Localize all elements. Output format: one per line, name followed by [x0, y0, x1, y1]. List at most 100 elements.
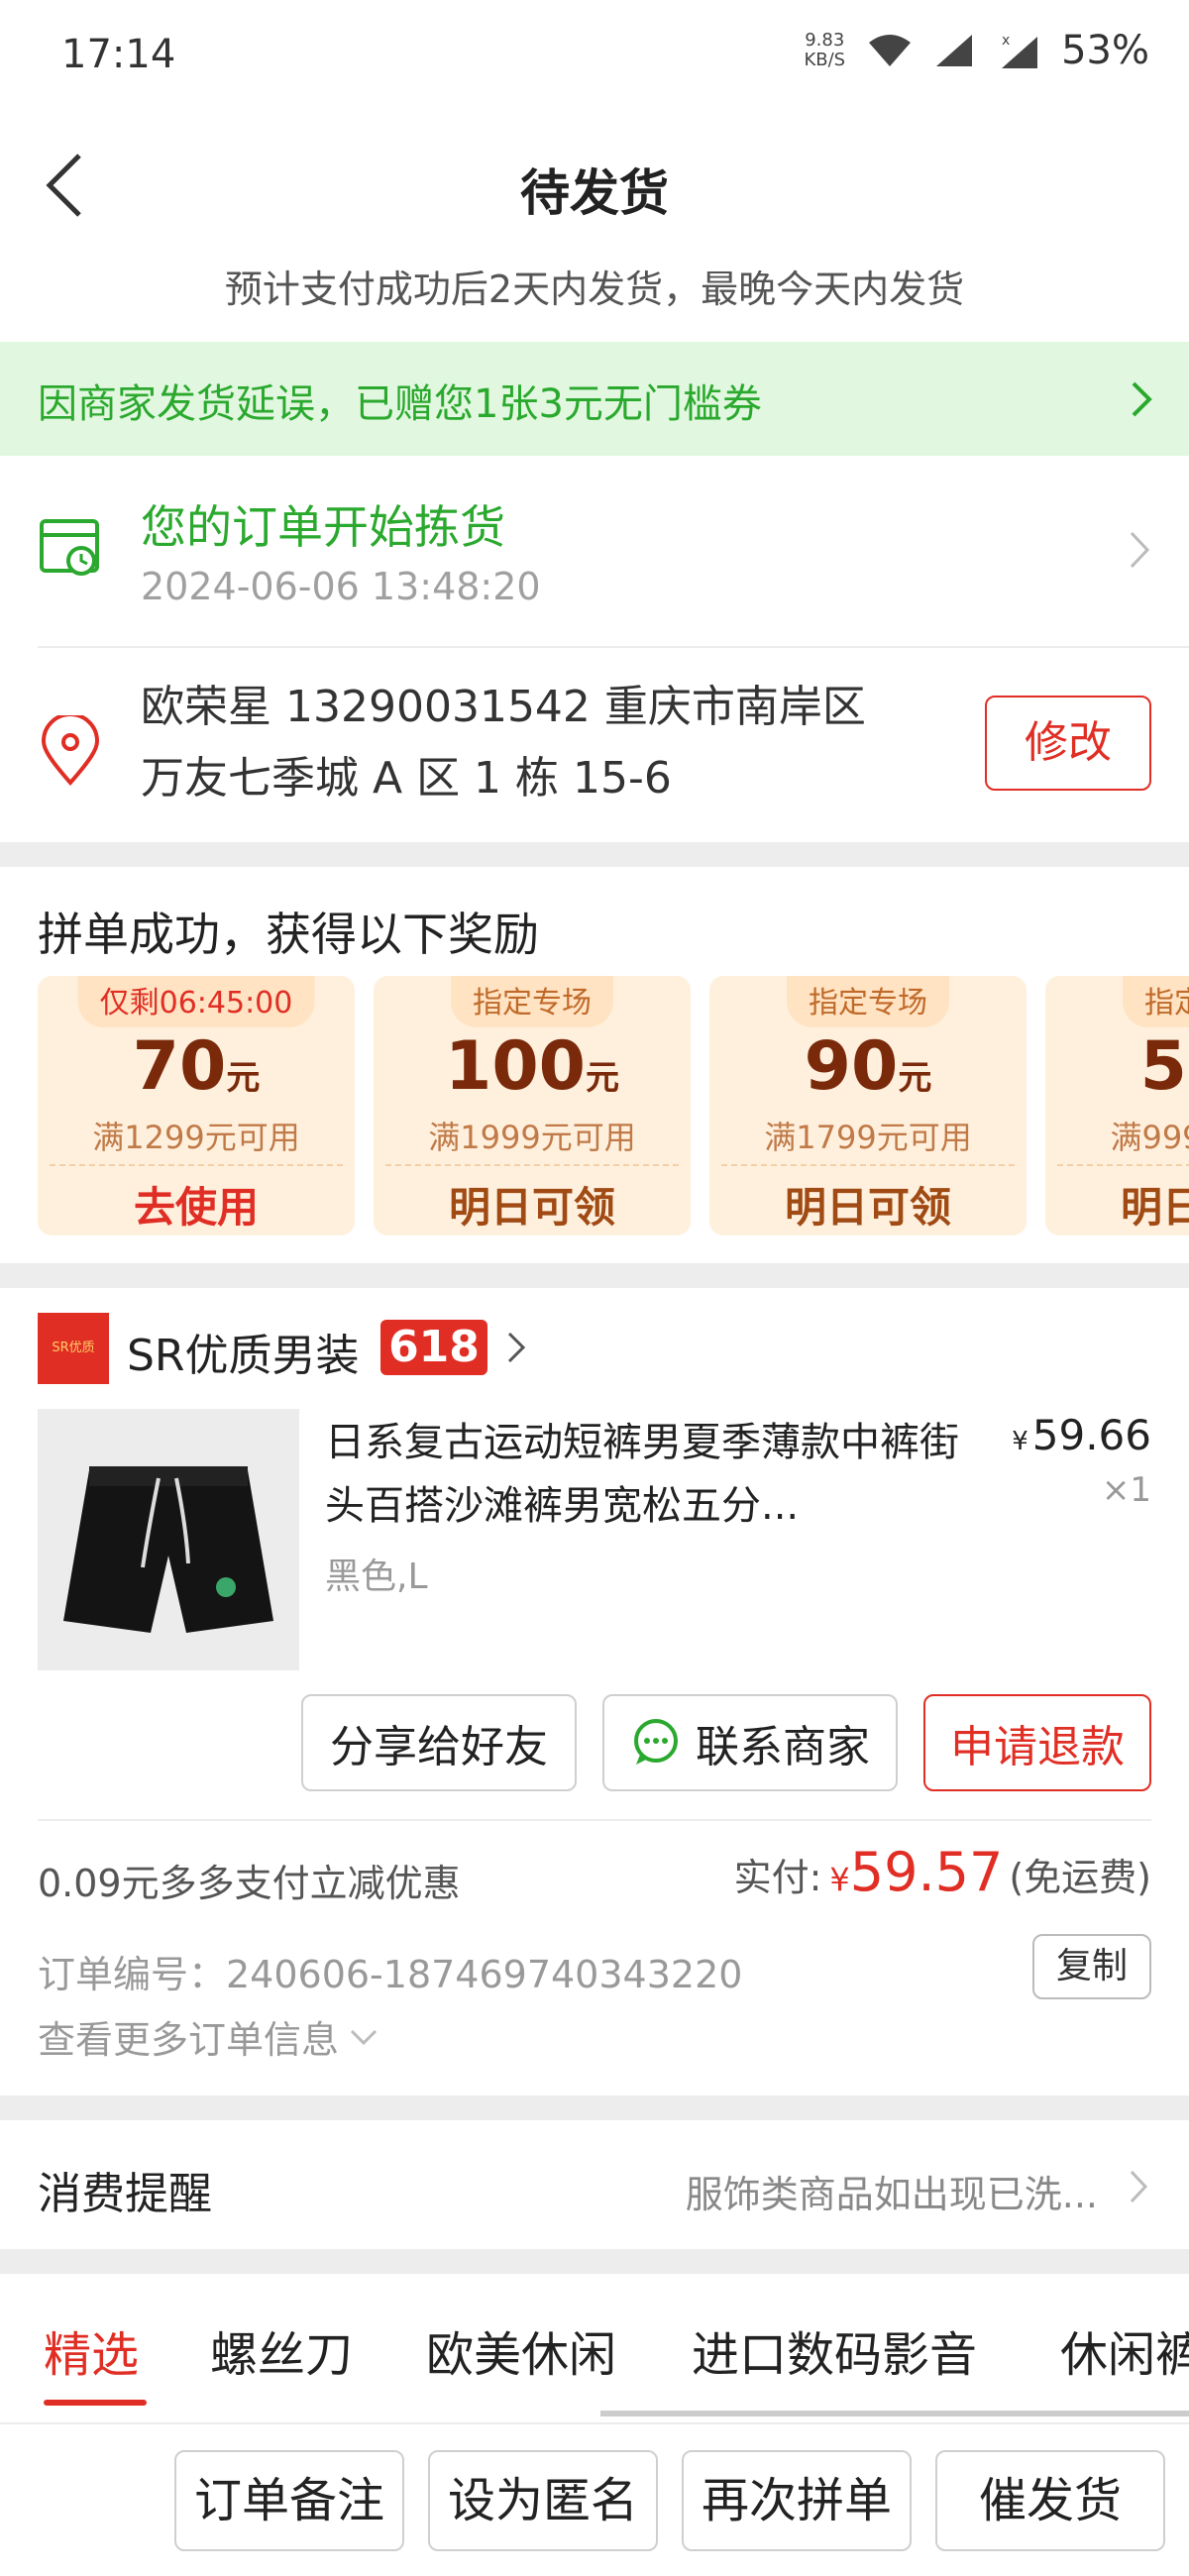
coupon-separator [1057, 1164, 1189, 1166]
product-price: ¥59.66 [1012, 1411, 1151, 1459]
currency-symbol: ¥ [1012, 1427, 1028, 1456]
paid-amount: 59.57 [849, 1841, 1004, 1903]
coupon-amount: 70元 [38, 1027, 355, 1106]
active-tab-indicator [44, 2400, 147, 2406]
consumer-reminder[interactable]: 消费提醒 服饰类商品如出现已洗... [0, 2120, 1189, 2249]
chevron-right-icon [1132, 381, 1152, 417]
share-button[interactable]: 分享给好友 [301, 1694, 577, 1791]
coupon-card[interactable]: 指定专场 100元 满1999元可用 明日可领 [374, 976, 691, 1235]
coupon-amount-value: 100 [445, 1027, 586, 1106]
recommendation-tabs: 精选 螺丝刀 欧美休闲 进口数码影音 休闲裤 [0, 2274, 1189, 2422]
divider [38, 1819, 1151, 1821]
coupon-amount-value: 90 [804, 1027, 899, 1106]
tab-featured[interactable]: 精选 [44, 2315, 139, 2385]
network-speed: 9.83 KB/S [804, 31, 845, 70]
coupon-condition: 满1999元可用 [428, 1119, 636, 1156]
promo-badge: 618 [380, 1320, 487, 1375]
address-line-2: 万友七季城 A 区 1 栋 15-6 [141, 753, 672, 804]
coupon-card[interactable]: 仅剩06:45:00 70元 满1299元可用 去使用 [38, 976, 355, 1235]
shipping-hint: 预计支付成功后2天内发货，最晚今天内发货 [0, 253, 1189, 342]
coupon-condition: 满1299元可用 [92, 1119, 300, 1156]
banner-text: 因商家发货延误，已赠您1张3元无门槛券 [38, 381, 762, 427]
signal-no-data-icon: x [1002, 33, 1038, 68]
rewards-title: 拼单成功，获得以下奖励 [38, 908, 539, 961]
shop-logo[interactable]: SR优质 [38, 1313, 109, 1384]
tab-screwdriver[interactable]: 螺丝刀 [210, 2315, 353, 2385]
more-order-info-link[interactable]: 查看更多订单信息 [38, 2009, 378, 2064]
currency-symbol: ¥ [829, 1861, 850, 1898]
chevron-right-icon[interactable] [1124, 527, 1153, 573]
edit-address-button[interactable]: 修改 [985, 696, 1151, 791]
order-status-card: 您的订单开始拣货 2024-06-06 13:48:20 欧荣星 1329003… [0, 456, 1189, 842]
coupon-tag: 仅剩06:45:00 [77, 976, 315, 1027]
coupon-amount-value: 70 [132, 1027, 227, 1106]
coupon-condition: 满1799元可用 [764, 1119, 972, 1156]
reminder-text: 服饰类商品如出现已洗... [685, 2173, 1098, 2216]
order-note-button[interactable]: 订单备注 [174, 2450, 404, 2551]
coupon-separator [385, 1164, 679, 1166]
product-image[interactable] [38, 1409, 299, 1670]
shorts-icon [63, 1466, 273, 1633]
contact-merchant-button[interactable]: 联系商家 [602, 1694, 898, 1791]
coupon-card[interactable]: 指定专场 90元 满1799元可用 明日可领 [709, 976, 1027, 1235]
wifi-icon [869, 35, 912, 66]
paid-total: 实付: ¥59.57 (免运费) [734, 1841, 1151, 1903]
shipping-address: 欧荣星 13290031542 重庆市南岸区 万友七季城 A 区 1 栋 15-… [141, 672, 933, 814]
tab-imported-digital[interactable]: 进口数码影音 [692, 2315, 977, 2385]
reorder-button[interactable]: 再次拼单 [682, 2450, 912, 2551]
rewards-card: 拼单成功，获得以下奖励 仅剩06:45:00 70元 满1299元可用 去使用 … [0, 867, 1189, 1263]
more-info-label: 查看更多订单信息 [38, 2018, 340, 2062]
coupon-separator [50, 1164, 343, 1166]
refund-label: 申请退款 [950, 1722, 1125, 1772]
delay-compensation-banner[interactable]: 因商家发货延误，已赠您1张3元无门槛券 [0, 342, 1189, 456]
product-name[interactable]: 日系复古运动短裤男夏季薄款中裤街头百搭沙滩裤男宽松五分... [325, 1411, 959, 1538]
urge-shipment-button[interactable]: 催发货 [935, 2450, 1165, 2551]
tab-western-casual[interactable]: 欧美休闲 [426, 2315, 616, 2385]
shop-name[interactable]: SR优质男装 [127, 1320, 360, 1383]
copy-order-number-button[interactable]: 复制 [1032, 1934, 1151, 1999]
coupon-amount: 50元 [1045, 1027, 1189, 1106]
coupon-amount-value: 50 [1139, 1027, 1189, 1106]
product-spec: 黑色,L [325, 1556, 428, 1597]
chevron-right-icon[interactable] [505, 1330, 527, 1365]
coupon-tag: 指定专场 [451, 976, 613, 1027]
coupon-unit: 元 [226, 1058, 261, 1098]
coupon-card[interactable]: 指定专场 50元 满999元可用 明日可领 [1045, 976, 1189, 1235]
use-coupon-button[interactable]: 去使用 [38, 1174, 355, 1234]
contact-label: 联系商家 [696, 1722, 870, 1772]
claim-tomorrow-button[interactable]: 明日可领 [709, 1174, 1027, 1234]
coupon-amount: 90元 [709, 1027, 1027, 1106]
shipping-note: (免运费) [1009, 1856, 1151, 1899]
payment-discount: 0.09元多多支付立减优惠 [38, 1862, 461, 1905]
tab-scrollbar [600, 2411, 1189, 2416]
order-number: 订单编号：240606-187469740343220 [38, 1953, 743, 1996]
coupon-separator [721, 1164, 1015, 1166]
navigation-bar: 待发货 [0, 114, 1189, 253]
product-quantity: ×1 [1101, 1470, 1151, 1510]
status-bar: 17:14 9.83 KB/S x 53% [0, 0, 1189, 114]
divider [38, 646, 1189, 648]
coupon-unit: 元 [585, 1058, 619, 1098]
chat-bubble-icon [634, 1719, 678, 1765]
battery-level: 53% [1061, 28, 1149, 73]
page-title: 待发货 [520, 164, 669, 222]
status-time: 17:14 [61, 32, 176, 77]
share-label: 分享给好友 [330, 1722, 548, 1772]
signal-icon [936, 35, 973, 66]
anonymous-button[interactable]: 设为匿名 [428, 2450, 658, 2551]
location-pin-icon [41, 715, 100, 787]
svg-text:x: x [1002, 33, 1010, 49]
claim-tomorrow-button[interactable]: 明日可领 [374, 1174, 691, 1234]
network-speed-unit: KB/S [804, 50, 846, 70]
logistics-time: 2024-06-06 13:48:20 [141, 565, 541, 608]
network-speed-value: 9.83 [805, 30, 845, 51]
status-icons: 9.83 KB/S x 53% [804, 28, 1149, 73]
order-card: SR优质 SR优质男装 618 日系复古运动短裤男夏季薄款中裤街头百搭沙滩裤男宽… [0, 1288, 1189, 2095]
coupon-tag: 指定专场 [787, 976, 949, 1027]
chevron-right-icon [1130, 2170, 1148, 2203]
address-line-1: 欧荣星 13290031542 重庆市南岸区 [141, 682, 866, 732]
tab-casual-pants[interactable]: 休闲裤 [1060, 2315, 1189, 2385]
logistics-status[interactable]: 您的订单开始拣货 [141, 491, 505, 557]
claim-tomorrow-button[interactable]: 明日可领 [1045, 1174, 1189, 1234]
request-refund-button[interactable]: 申请退款 [923, 1694, 1151, 1791]
